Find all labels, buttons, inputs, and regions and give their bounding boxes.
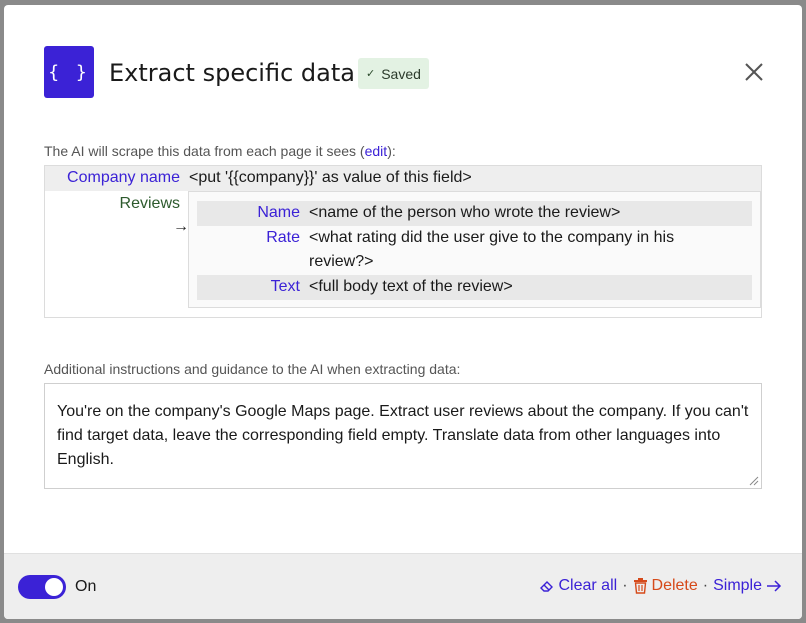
footer-actions: Clear all · Delete · Simple xyxy=(539,577,783,595)
intro-text-before: The AI will scrape this data from each p… xyxy=(44,143,365,159)
modal-dialog: { } Extract specific data ✓ Saved The AI… xyxy=(4,5,802,619)
schema-row-company: Company name <put '{{company}}' as value… xyxy=(45,166,761,191)
nested-row-rate: Rate <what rating did the user give to t… xyxy=(197,226,752,275)
field-label-rate: Rate xyxy=(266,229,300,246)
simple-mode-button[interactable]: Simple xyxy=(713,577,782,595)
toggle-label: On xyxy=(75,578,97,595)
braces-icon: { } xyxy=(44,46,94,98)
field-label-text: Text xyxy=(270,278,300,295)
separator-dot: · xyxy=(702,577,709,594)
nested-row-text: Text <full body text of the review> xyxy=(197,275,752,300)
arrow-right-icon xyxy=(767,580,782,592)
additional-instructions-input[interactable]: You're on the company's Google Maps page… xyxy=(44,383,762,489)
schema-table: Company name <put '{{company}}' as value… xyxy=(44,165,762,318)
check-icon: ✓ xyxy=(366,68,376,80)
clear-all-button[interactable]: Clear all xyxy=(539,577,618,595)
reviews-nested-table: Name <name of the person who wrote the r… xyxy=(188,191,761,308)
modal-header: { } Extract specific data ✓ Saved xyxy=(44,46,766,98)
close-icon xyxy=(745,63,763,81)
trash-icon xyxy=(633,578,647,594)
modal-title: Extract specific data xyxy=(109,59,355,87)
field-value-name: <name of the person who wrote the review… xyxy=(309,204,621,221)
enabled-toggle[interactable] xyxy=(18,575,66,599)
field-label-company-name: Company name xyxy=(67,169,180,186)
field-value-rate: <what rating did the user give to the co… xyxy=(309,229,675,270)
field-label-name: Name xyxy=(257,204,300,221)
eraser-icon xyxy=(539,581,553,592)
toggle-knob xyxy=(45,578,63,596)
delete-button[interactable]: Delete xyxy=(633,577,698,595)
additional-instructions-label: Additional instructions and guidance to … xyxy=(44,361,461,377)
additional-instructions-text: You're on the company's Google Maps page… xyxy=(57,403,749,468)
clear-all-label: Clear all xyxy=(558,577,618,594)
intro-text-after: ): xyxy=(387,143,396,159)
saved-badge-label: Saved xyxy=(381,65,421,82)
close-button[interactable] xyxy=(742,60,766,84)
modal-footer: On Clear all · Delete · Simple xyxy=(4,553,802,619)
delete-label: Delete xyxy=(651,577,698,594)
intro-text: The AI will scrape this data from each p… xyxy=(44,143,396,159)
resize-grip-icon[interactable] xyxy=(749,476,759,486)
nested-row-name: Name <name of the person who wrote the r… xyxy=(197,201,752,226)
separator-dot: · xyxy=(622,577,628,594)
arrow-right-icon: → xyxy=(173,218,189,235)
field-label-reviews: Reviews xyxy=(119,195,180,212)
simple-label: Simple xyxy=(713,577,762,594)
saved-badge: ✓ Saved xyxy=(358,58,429,89)
edit-link[interactable]: edit xyxy=(365,143,388,159)
field-value-company-name: <put '{{company}}' as value of this fiel… xyxy=(189,169,472,186)
field-value-text: <full body text of the review> xyxy=(309,278,513,295)
